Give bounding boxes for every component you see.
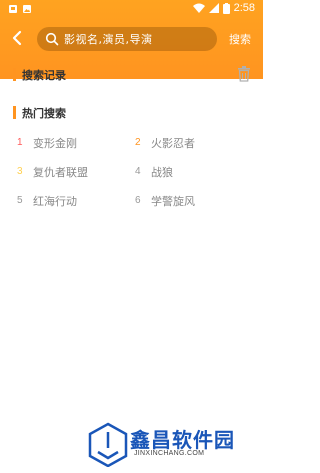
hot-label: 红海行动 bbox=[33, 195, 77, 208]
hot-label: 火影忍者 bbox=[151, 137, 195, 150]
hot-title: 热门搜索 bbox=[22, 107, 66, 120]
hot-rank: 6 bbox=[135, 195, 141, 206]
status-bar: 2:58 bbox=[0, 0, 263, 19]
watermark-subtitle: JINXINCHANG.COM bbox=[134, 450, 205, 457]
watermark-title: 鑫昌软件园 bbox=[130, 428, 235, 452]
search-input[interactable]: 影视名,演员,导演 bbox=[37, 27, 217, 51]
hot-rank: 1 bbox=[17, 137, 23, 148]
watermark-logo bbox=[88, 422, 128, 467]
hot-rank: 4 bbox=[135, 166, 141, 177]
search-button[interactable]: 搜索 bbox=[229, 31, 251, 47]
search-placeholder: 影视名,演员,导演 bbox=[64, 33, 153, 46]
hot-rank: 3 bbox=[17, 166, 23, 177]
signal-icon bbox=[208, 3, 219, 13]
history-title: 搜索记录 bbox=[22, 69, 66, 82]
hot-rank: 5 bbox=[17, 195, 23, 206]
watermark: 鑫昌软件园 JINXINCHANG.COM bbox=[88, 422, 248, 467]
hot-section-marker bbox=[13, 106, 16, 119]
app-notification-icon bbox=[9, 5, 17, 13]
hot-label: 变形金刚 bbox=[33, 137, 77, 150]
hot-label: 复仇者联盟 bbox=[33, 166, 88, 179]
trash-icon[interactable] bbox=[237, 66, 251, 82]
hot-rank: 2 bbox=[135, 137, 141, 148]
image-notification-icon bbox=[23, 5, 31, 13]
hot-label: 战狼 bbox=[151, 166, 173, 179]
status-time: 2:58 bbox=[233, 2, 255, 14]
wifi-icon bbox=[192, 3, 205, 13]
back-arrow-icon[interactable] bbox=[9, 29, 27, 47]
battery-icon bbox=[222, 2, 230, 14]
history-section-marker bbox=[13, 68, 16, 81]
search-icon bbox=[45, 32, 59, 46]
hot-label: 学警旋风 bbox=[151, 195, 195, 208]
